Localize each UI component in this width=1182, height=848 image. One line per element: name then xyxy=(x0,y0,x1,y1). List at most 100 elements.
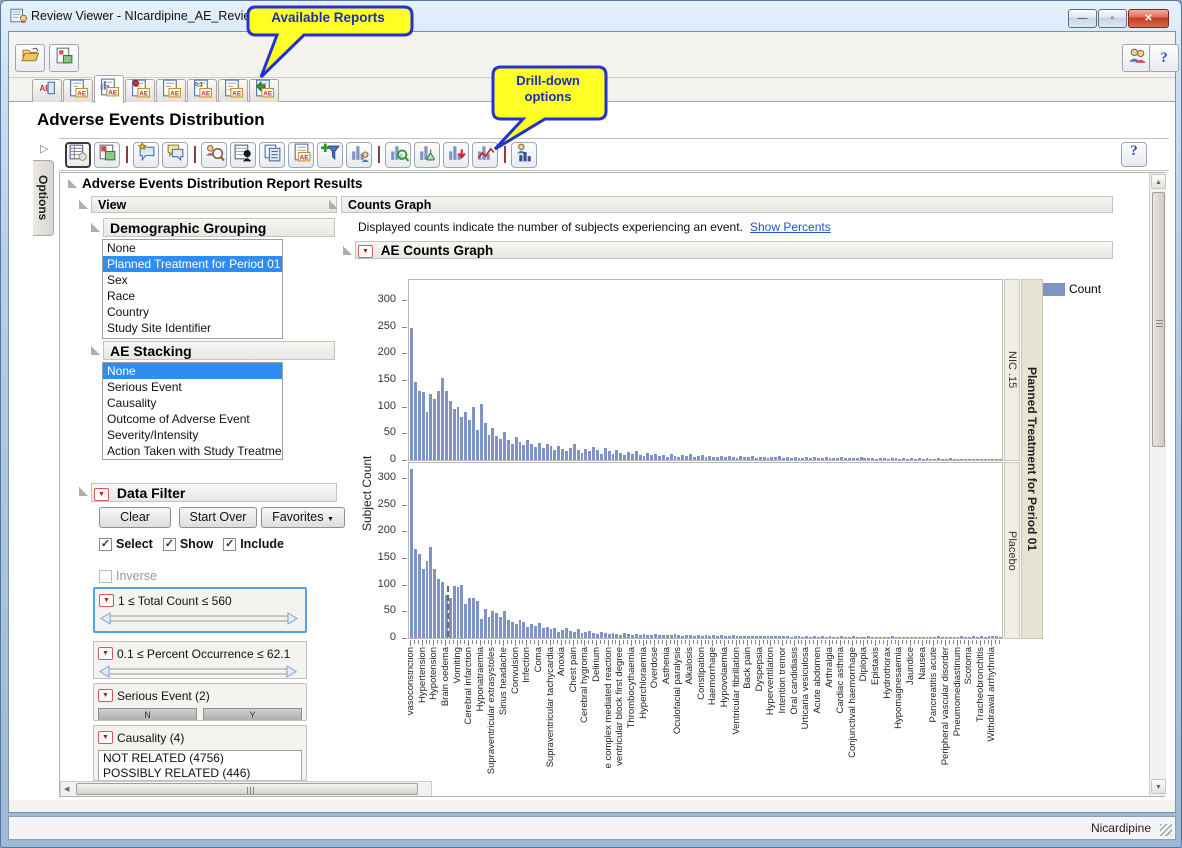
ae-bar[interactable] xyxy=(999,459,1002,460)
filter-menu-button[interactable]: ▼ xyxy=(98,689,113,702)
ae-bar[interactable] xyxy=(716,457,719,460)
ae-bar[interactable] xyxy=(674,456,677,460)
ae-bar[interactable] xyxy=(817,637,820,638)
demographic-grouping-item[interactable]: None xyxy=(103,240,282,256)
ae-bar[interactable] xyxy=(957,459,960,460)
ae-bar[interactable] xyxy=(538,443,541,460)
ae-bar[interactable] xyxy=(588,451,591,460)
ae-bar[interactable] xyxy=(863,458,866,460)
ae-bar[interactable] xyxy=(573,632,576,638)
filter-menu-button[interactable]: ▼ xyxy=(98,731,113,744)
ae-bar[interactable] xyxy=(867,636,870,638)
ae-bar[interactable] xyxy=(809,637,812,638)
ae-bar[interactable] xyxy=(949,458,952,460)
ae-bar[interactable] xyxy=(503,611,506,638)
ae-bar[interactable] xyxy=(511,444,514,460)
ae-bar[interactable] xyxy=(662,635,665,638)
ae-bar[interactable] xyxy=(790,458,793,460)
ae-bar[interactable] xyxy=(778,456,781,460)
ae-counts-graph-menu-button[interactable]: ▼ xyxy=(358,245,373,258)
ae-bar[interactable] xyxy=(418,554,421,638)
ae-bar[interactable] xyxy=(922,459,925,460)
copy-report-button[interactable] xyxy=(259,142,285,168)
ae-bar[interactable] xyxy=(968,459,971,460)
ae-bar[interactable] xyxy=(759,636,762,638)
ae-bar[interactable] xyxy=(608,634,611,638)
ae-bar[interactable] xyxy=(926,458,929,460)
ae-bar[interactable] xyxy=(910,458,913,460)
ae-bar[interactable] xyxy=(437,391,440,460)
demographic-grouping-item[interactable]: Country xyxy=(103,304,282,320)
show-checkbox[interactable]: ✓Show xyxy=(163,537,213,551)
serious-event-y-segment[interactable]: Y xyxy=(203,708,302,721)
ae-bar[interactable] xyxy=(426,412,429,460)
ae-bar[interactable] xyxy=(488,435,491,460)
close-button[interactable]: ✕ xyxy=(1128,9,1169,28)
ae-bar[interactable] xyxy=(429,547,432,638)
ae-bar[interactable] xyxy=(433,399,436,460)
ae-bar[interactable] xyxy=(743,457,746,460)
ae-bar[interactable] xyxy=(623,455,626,460)
serious-event-n-segment[interactable]: N xyxy=(98,708,197,721)
favorites-dropdown-button[interactable]: Favorites ▼ xyxy=(261,507,345,528)
horizontal-scrollbar[interactable]: ◀ xyxy=(60,781,432,796)
view-section-header[interactable]: View xyxy=(91,196,337,213)
ae-bar[interactable] xyxy=(519,620,522,638)
ae-bar[interactable] xyxy=(972,459,975,460)
ae-bar[interactable] xyxy=(805,457,808,460)
ae-bar[interactable] xyxy=(588,631,591,638)
ae-bar[interactable] xyxy=(522,445,525,460)
ae-bar[interactable] xyxy=(836,458,839,460)
ae-bar[interactable] xyxy=(569,631,572,638)
team-button[interactable] xyxy=(1122,44,1152,72)
scroll-up-icon[interactable]: ▲ xyxy=(1151,174,1166,189)
report-tab-pin-ae[interactable]: AE xyxy=(125,79,155,102)
ae-bar[interactable] xyxy=(569,448,572,460)
ae-bar[interactable] xyxy=(984,459,987,460)
ae-bar[interactable] xyxy=(949,637,952,638)
restore-button[interactable]: ▫ xyxy=(1098,9,1127,28)
ae-bar[interactable] xyxy=(639,635,642,638)
ae-bar[interactable] xyxy=(848,458,851,460)
ae-bar[interactable] xyxy=(449,401,452,460)
report-tab-doc-ae-2[interactable]: AE xyxy=(156,79,186,102)
minimize-button[interactable]: — xyxy=(1068,9,1097,28)
ae-bar[interactable] xyxy=(976,637,979,638)
chart-flask-button[interactable] xyxy=(414,142,440,168)
ae-bar[interactable] xyxy=(612,633,615,638)
ae-bar[interactable] xyxy=(480,619,483,638)
ae-bar[interactable] xyxy=(689,454,692,460)
ae-bar[interactable] xyxy=(515,437,518,460)
ae-bar[interactable] xyxy=(863,637,866,638)
ae-bar[interactable] xyxy=(945,459,948,460)
include-checkbox[interactable]: ✓Include xyxy=(223,537,284,551)
ae-bar[interactable] xyxy=(627,634,630,638)
nic-panel[interactable] xyxy=(408,279,1003,461)
ae-bar[interactable] xyxy=(887,637,890,638)
ae-bar[interactable] xyxy=(759,457,762,460)
vertical-scrollbar-thumb[interactable] xyxy=(1152,192,1165,447)
ae-bar[interactable] xyxy=(953,459,956,460)
scroll-left-icon[interactable]: ◀ xyxy=(64,785,69,793)
ae-stacking-item[interactable]: None xyxy=(103,363,282,379)
ae-bar[interactable] xyxy=(670,454,673,460)
ae-bar[interactable] xyxy=(860,637,863,638)
placebo-panel[interactable] xyxy=(408,462,1003,639)
ae-bar[interactable] xyxy=(418,391,421,460)
ae-bar[interactable] xyxy=(643,456,646,460)
ae-bar[interactable] xyxy=(840,457,843,460)
ae-bar[interactable] xyxy=(542,628,545,638)
ae-bar[interactable] xyxy=(813,457,816,460)
ae-bar[interactable] xyxy=(883,637,886,638)
ae-bar[interactable] xyxy=(429,394,432,460)
ae-bar[interactable] xyxy=(906,459,909,460)
counts-graph-header[interactable]: Counts Graph xyxy=(341,196,1113,213)
ae-bar[interactable] xyxy=(999,637,1002,638)
ae-bar[interactable] xyxy=(584,449,587,460)
ae-bar[interactable] xyxy=(484,609,487,638)
ae-bar[interactable] xyxy=(933,459,936,460)
ae-bar[interactable] xyxy=(867,458,870,460)
ae-bar[interactable] xyxy=(991,636,994,638)
ae-bar[interactable] xyxy=(612,454,615,460)
ae-bar[interactable] xyxy=(515,624,518,638)
